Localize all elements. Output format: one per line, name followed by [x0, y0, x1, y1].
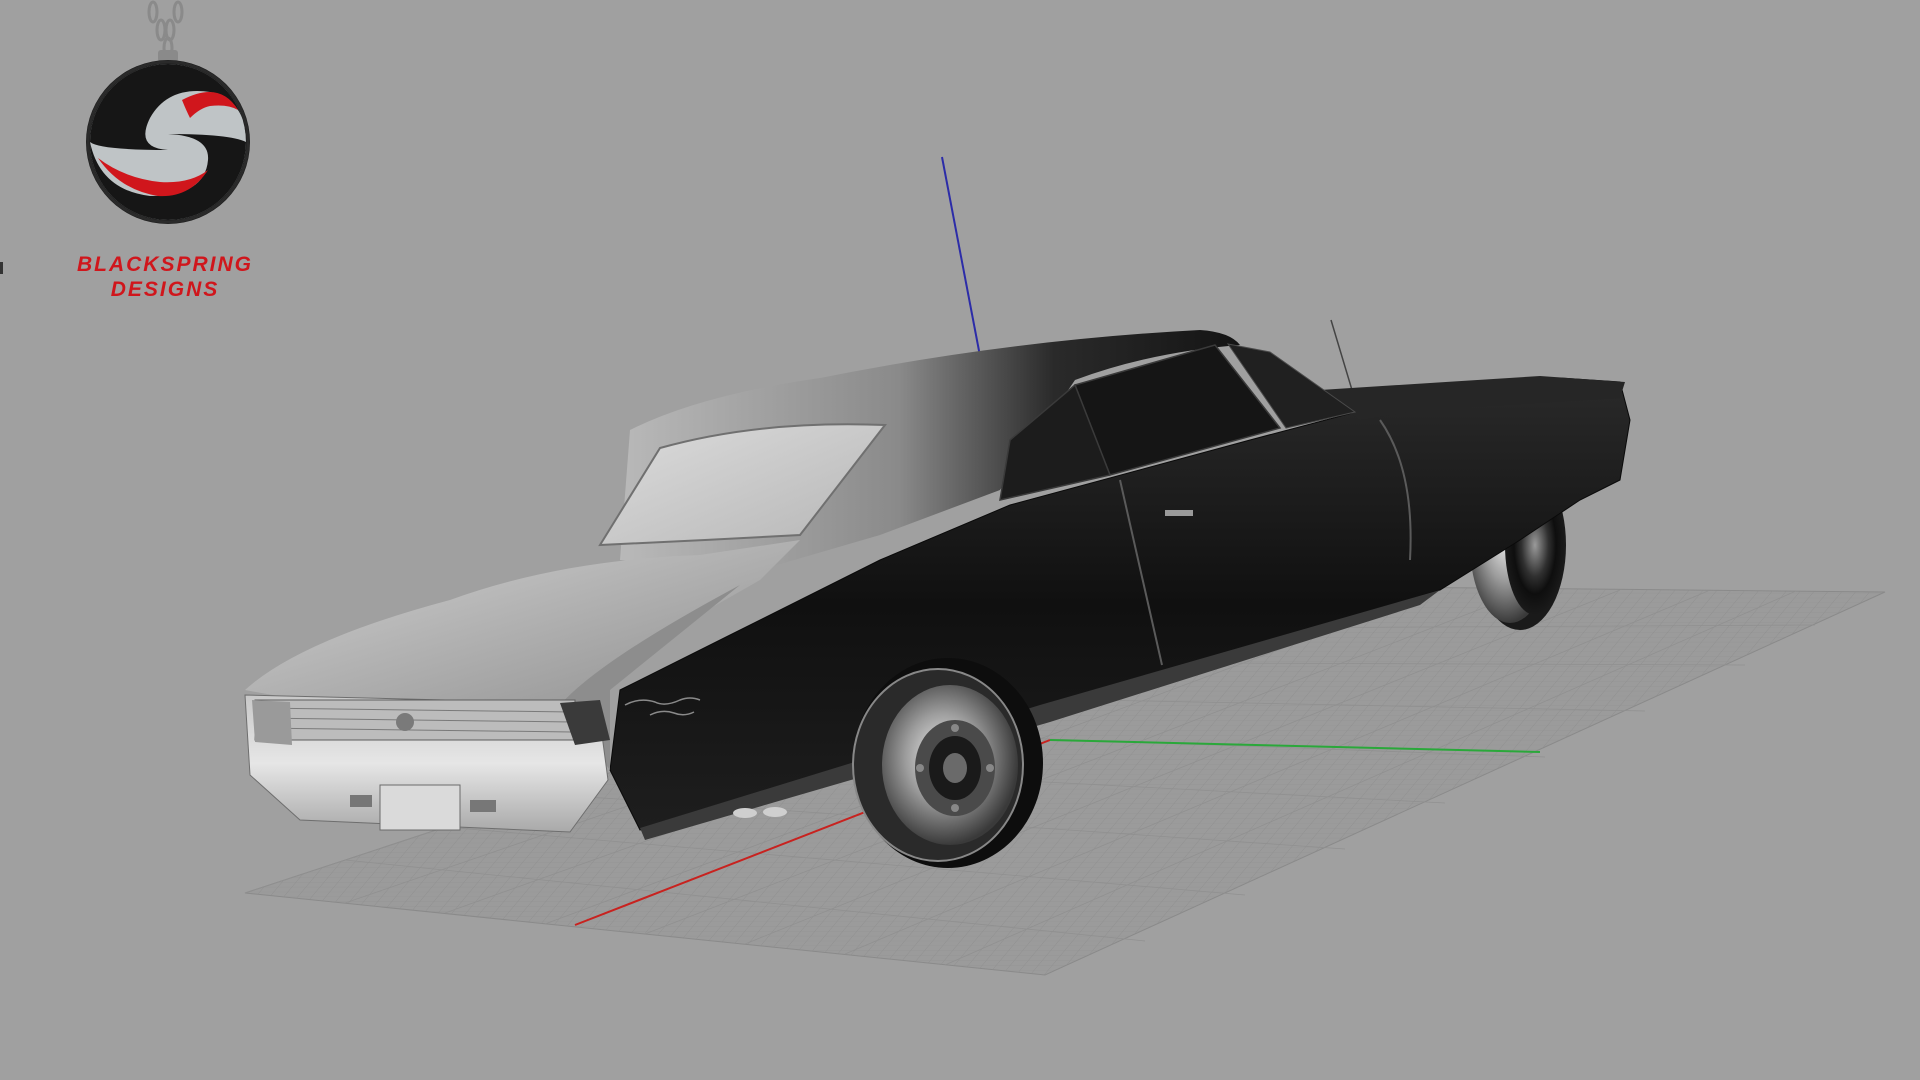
z-axis [941, 156, 981, 357]
blackspring-s-pendant-icon [86, 0, 250, 224]
brand-line1: BLACKSPRING [76, 253, 253, 276]
rear-left-wheel [852, 658, 1043, 868]
brand-wordmark: BLACKSPRING DESIGNS [40, 252, 290, 302]
brand-line2: DESIGNS [110, 278, 220, 301]
3d-viewport[interactable]: BLACKSPRING DESIGNS [0, 0, 1920, 1080]
brand-logo: BLACKSPRING DESIGNS [40, 0, 300, 310]
